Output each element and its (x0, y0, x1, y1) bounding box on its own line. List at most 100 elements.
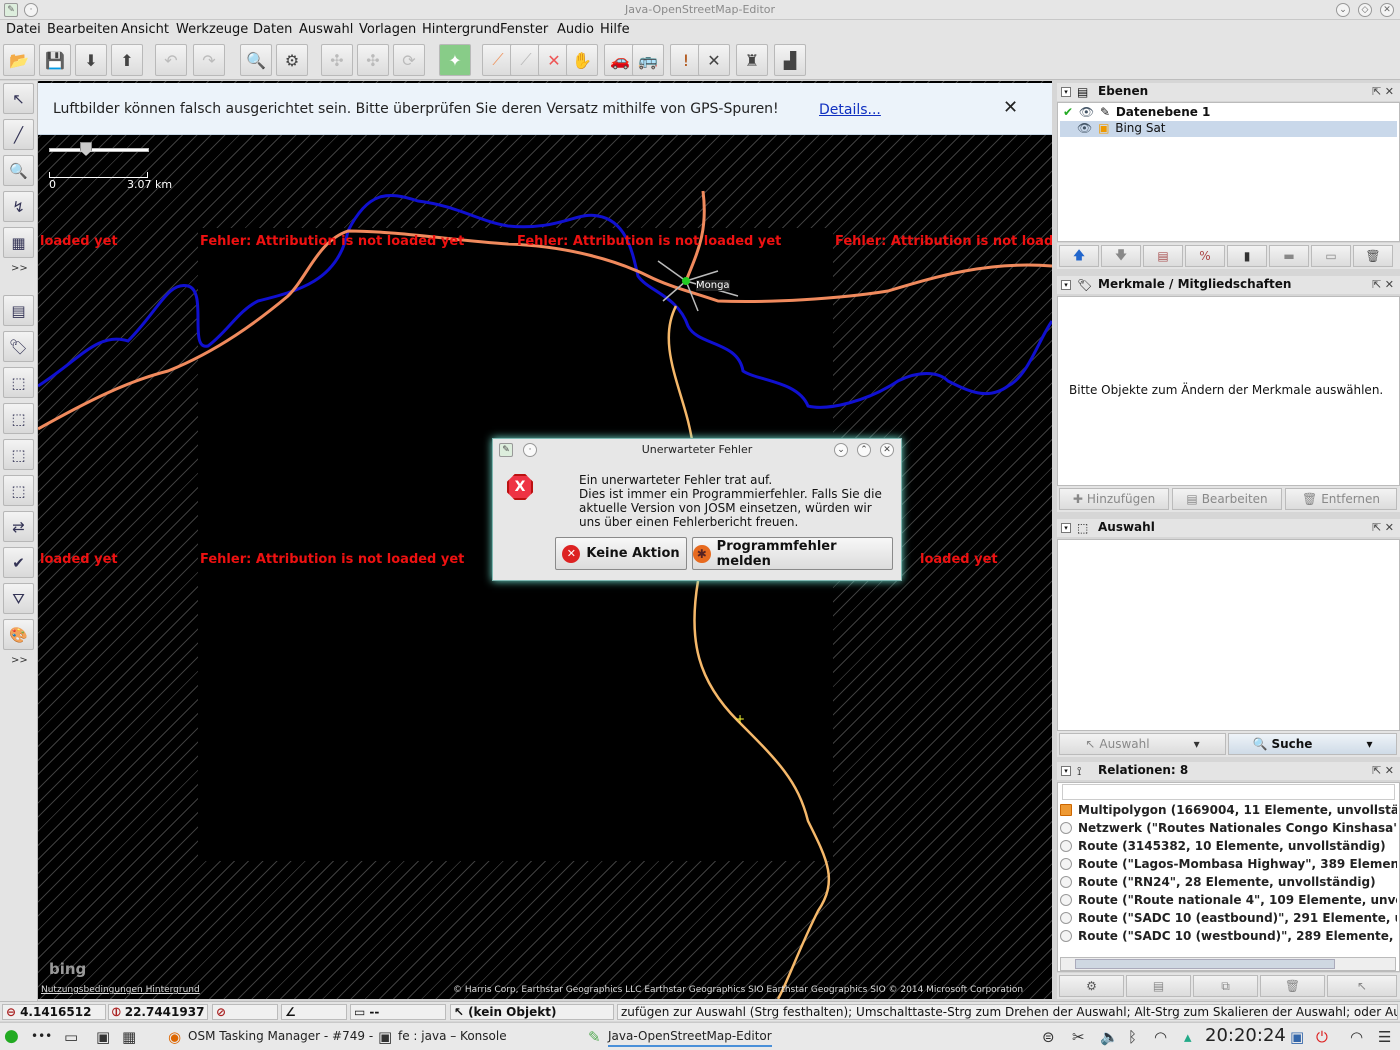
tools-tray-icon[interactable]: ✂ (1072, 1028, 1085, 1046)
task-osm-tasking-manager[interactable]: OSM Tasking Manager - #749 - (188, 1029, 373, 1043)
upload-icon[interactable]: ⬆ (111, 44, 143, 76)
relation-row[interactable]: Route (3145382, 10 Elemente, unvollständ… (1060, 839, 1397, 857)
move-down-icon[interactable]: 🡇 (1101, 245, 1141, 267)
menu-datei[interactable]: Datei (6, 22, 41, 37)
panel-detach-close-icons[interactable]: ⇱ ✕ (1372, 85, 1394, 98)
undo-icon[interactable]: ↶ (155, 44, 187, 76)
menu-audio[interactable]: Audio (557, 22, 594, 37)
power-icon[interactable]: ⏻ (1316, 1028, 1328, 1046)
refresh-icon[interactable]: ⟳ (393, 44, 425, 76)
remove-tag-button[interactable]: 🗑 Entfernen (1285, 488, 1397, 510)
edit-relation-icon[interactable]: ▤ (1126, 975, 1191, 997)
menu-ansicht[interactable]: Ansicht (121, 22, 169, 37)
start-menu-icon[interactable]: ● (4, 1026, 19, 1046)
delete-tool-icon[interactable]: ↯ (3, 191, 34, 222)
menu-daten[interactable]: Daten (253, 22, 292, 37)
relation-row[interactable]: Route ("SADC 10 (eastbound)", 291 Elemen… (1060, 911, 1397, 929)
close-window-icon[interactable]: ✕ (1380, 3, 1394, 17)
tray-expand-icon[interactable]: ▴ (1184, 1028, 1192, 1046)
select-relation-icon[interactable]: ↖ (1327, 975, 1397, 997)
conflict-toggle-icon[interactable]: ⇄ (3, 511, 34, 542)
split-way-icon[interactable]: ✣ (321, 44, 353, 76)
delete-layer-icon[interactable]: 🗑 (1353, 245, 1393, 267)
no-action-button[interactable]: ✕ Keine Aktion (555, 537, 687, 570)
menu-werkzeuge[interactable]: Werkzeuge (176, 22, 248, 37)
commands-toggle-icon[interactable]: ⬚ (3, 439, 34, 470)
imagery-terms-link[interactable]: Nutzungsbedingungen Hintergrund (41, 985, 200, 995)
collapse-icon[interactable]: ▾ (1061, 766, 1071, 776)
relations-hscrollbar[interactable] (1060, 957, 1396, 971)
visibility-eye-icon[interactable]: 👁 (1077, 121, 1092, 135)
selection-dropdown-button[interactable]: ↖ Auswahl ▾ (1059, 733, 1226, 755)
search-dropdown-button[interactable]: 🔍 Suche ▾ (1228, 733, 1397, 755)
author-toggle-icon[interactable]: ⬚ (3, 403, 34, 434)
merge-layer-icon[interactable]: ▤ (1143, 245, 1183, 267)
desktop-pager-icon[interactable]: ▦ (122, 1028, 136, 1046)
mappaint-toggle-icon[interactable]: 🎨 (3, 619, 34, 650)
panel-detach-close-icons[interactable]: ⇱ ✕ (1372, 521, 1394, 534)
bus-preset-icon[interactable]: 🚌 (632, 44, 664, 76)
relations-filter-input[interactable] (1062, 784, 1395, 800)
layers-toggle-icon[interactable]: ▤ (3, 295, 34, 326)
validation-toggle-icon[interactable]: ✔ (3, 547, 34, 578)
relation-row[interactable]: Multipolygon (1669004, 11 Elemente, unvo… (1060, 803, 1397, 821)
relation-row[interactable]: Route ("Route nationale 4", 109 Elemente… (1060, 893, 1397, 911)
menu-hilfe[interactable]: Hilfe (600, 22, 630, 37)
task-josm[interactable]: Java-OpenStreetMap-Editor (608, 1029, 772, 1047)
notice-details-link[interactable]: Details... (819, 102, 881, 118)
edit-tag-button[interactable]: ▤ Bearbeiten (1172, 488, 1282, 510)
volume-tray-icon[interactable]: 🔈 (1100, 1028, 1119, 1046)
save-icon[interactable]: 💾 (39, 44, 71, 76)
zoom-slider[interactable] (49, 148, 149, 152)
duplicate-relation-icon[interactable]: ⧉ (1193, 975, 1258, 997)
more-toggles-icon[interactable]: >> (11, 655, 28, 666)
relation-row[interactable]: Route ("Lagos-Mombasa Highway", 389 Elem… (1060, 857, 1397, 875)
relation-row[interactable]: Route ("SADC 10 (westbound)", 289 Elemen… (1060, 929, 1397, 947)
notice-close-icon[interactable]: ✕ (1003, 97, 1018, 118)
menu-auswahl[interactable]: Auswahl (299, 22, 353, 37)
selection-list[interactable] (1057, 539, 1400, 731)
taskbar-dots[interactable]: ••• (31, 1029, 52, 1043)
draw-tool-icon[interactable]: ╱ (3, 119, 34, 150)
bluetooth-tray-icon[interactable]: ᛒ (1128, 1028, 1137, 1046)
tools-preset-icon[interactable]: ✕ (698, 44, 730, 76)
terminal-icon[interactable]: ▣ (96, 1028, 110, 1046)
more-tools-icon[interactable]: >> (11, 263, 28, 274)
delete-relation-icon[interactable]: 🗑 (1260, 975, 1325, 997)
maximize-icon[interactable]: ◇ (1358, 3, 1372, 17)
combine-way-icon[interactable]: ✣ (357, 44, 389, 76)
duplicate-layer-icon[interactable]: ▭ (1311, 245, 1351, 267)
layer-row-data[interactable]: ✔ 👁 ✎ Datenebene 1 (1060, 105, 1397, 121)
visibility-eye-icon[interactable]: 👁 (1079, 105, 1094, 119)
redo-icon[interactable]: ↷ (193, 44, 225, 76)
lock-screen-icon[interactable]: ▣ (1290, 1028, 1304, 1046)
opacity-icon[interactable]: % (1185, 245, 1225, 267)
network-tray-icon[interactable]: ◠ (1350, 1028, 1363, 1046)
menu-tray-icon[interactable]: ☰ (1378, 1028, 1391, 1046)
file-manager-icon[interactable]: ▭ (64, 1028, 78, 1046)
collapse-icon[interactable]: ▾ (1061, 523, 1071, 533)
tags-toggle-icon[interactable]: 🏷 (3, 331, 34, 362)
minimize-icon[interactable]: ⌄ (1336, 3, 1350, 17)
menu-hintergrund[interactable]: Hintergrund (422, 22, 500, 37)
download-icon[interactable]: ⬇ (75, 44, 107, 76)
select-tool-icon[interactable]: ↖ (3, 83, 34, 114)
report-bug-button[interactable]: ✱ Programmfehler melden (692, 537, 893, 570)
zoom-tool-icon[interactable]: 🔍 (3, 155, 34, 186)
pan-hand-icon[interactable]: ✋ (566, 44, 598, 76)
panel-detach-close-icons[interactable]: ⇱ ✕ (1372, 278, 1394, 291)
add-tag-button[interactable]: ✚ Hinzufügen (1059, 488, 1169, 510)
wifi-tray-icon[interactable]: ◠ (1154, 1028, 1167, 1046)
relation-row[interactable]: Route ("RN24", 28 Elemente, unvollständi… (1060, 875, 1397, 893)
presets-icon[interactable]: ⚙ (276, 44, 308, 76)
preferences-icon[interactable]: 🔍 (240, 44, 272, 76)
dialog-close-icon[interactable]: ✕ (880, 443, 894, 457)
show-layer-icon[interactable]: ▬ (1269, 245, 1309, 267)
dialog-maximize-icon[interactable]: ⌃ (857, 443, 871, 457)
relation-row[interactable]: Netzwerk ("Routes Nationales Congo Kinsh… (1060, 821, 1397, 839)
dialog-minimize-icon[interactable]: ⌄ (834, 443, 848, 457)
battery-tray-icon[interactable]: ⊜ (1042, 1028, 1055, 1046)
relations-toggle-icon[interactable]: ⬚ (3, 475, 34, 506)
layer-row-imagery[interactable]: 👁 ▣ Bing Sat (1060, 121, 1397, 137)
menu-fenster[interactable]: Fenster (500, 22, 548, 37)
